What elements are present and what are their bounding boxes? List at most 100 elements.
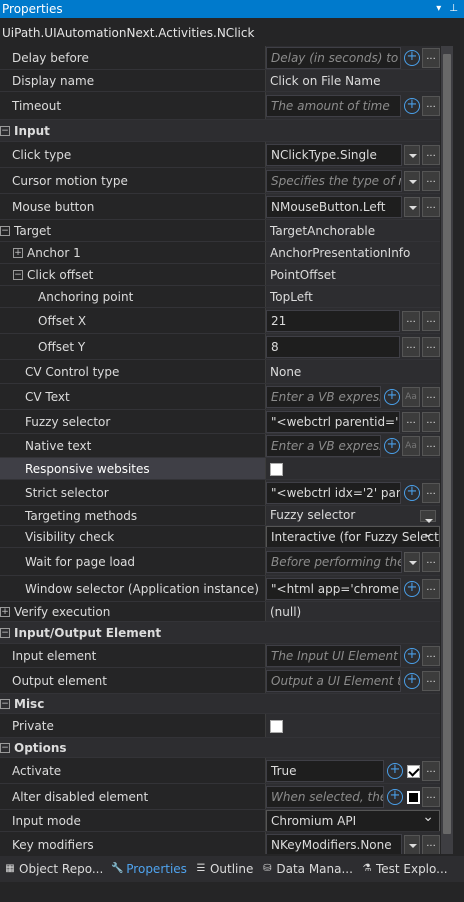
expression-input[interactable]: Enter a VB expressic [266,435,381,457]
add-expression-icon[interactable]: + [404,648,420,664]
property-row-native-text[interactable]: Native text Enter a VB expressic+Aa... [0,434,440,458]
ellipsis-button[interactable]: ... [422,787,440,807]
value-input[interactable]: Chromium API [266,810,440,832]
property-row-wait-page-load[interactable]: Wait for page load Before performing the … [0,548,440,576]
expression-input[interactable]: The Input UI Element de [266,645,401,667]
expression-input[interactable]: Enter a VB expressic [266,386,381,408]
value-input[interactable]: True [266,760,384,782]
chevron-down-icon[interactable]: ⌄ [422,810,434,824]
property-row-targeting-methods[interactable]: Targeting methods Fuzzy selector [0,506,440,526]
value-input[interactable]: "<html app='chrome.e [266,578,401,600]
property-row-cv-control-type[interactable]: CV Control type None [0,360,440,384]
property-row-alter-disabled[interactable]: Alter disabled element When selected, the… [0,784,440,810]
property-row-strict-selector[interactable]: Strict selector "<webctrl idx='2' parer +.… [0,480,440,506]
collapse-icon[interactable]: − [0,226,10,236]
property-row-visibility-check[interactable]: Visibility check Interactive (for Fuzzy S… [0,526,440,548]
add-expression-icon[interactable]: + [404,98,420,114]
add-expression-icon[interactable]: + [404,485,420,501]
property-row-cv-text[interactable]: CV Text Enter a VB expressic+Aa... [0,384,440,410]
property-row-timeout[interactable]: Timeout The amount of time +... [0,92,440,120]
property-row-responsive-websites[interactable]: Responsive websites [0,458,440,480]
ellipsis-button[interactable]: ... [422,436,440,456]
ellipsis-button[interactable]: ... [402,311,420,331]
add-expression-icon[interactable]: + [387,789,403,805]
tab-data-mana-[interactable]: ⛁ Data Mana... [257,858,357,880]
property-row-target[interactable]: − Target TargetAnchorable [0,220,440,242]
ellipsis-button[interactable]: ... [422,96,440,116]
dropdown-arrow-icon[interactable] [404,552,420,572]
checkbox-unchecked[interactable] [407,790,420,804]
ellipsis-button[interactable]: ... [422,671,440,691]
add-expression-icon[interactable]: + [404,673,420,689]
ellipsis-button[interactable]: ... [402,337,420,357]
text-format-icon[interactable]: Aa [402,387,420,407]
property-row-key-modifiers[interactable]: Key modifiers NKeyModifiers.None... [0,832,440,854]
collapse-icon[interactable]: − [0,126,10,136]
ellipsis-button[interactable]: ... [422,761,440,781]
add-expression-icon[interactable]: + [404,581,420,597]
tab-test-explo-[interactable]: ⚗ Test Explo... [357,858,452,880]
property-row-cat-options[interactable]: − Options [0,738,440,758]
ellipsis-button[interactable]: ... [422,579,440,599]
value-input[interactable]: Fuzzy selector [266,506,418,526]
property-row-fuzzy-selector[interactable]: Fuzzy selector "<webctrl parentid='messa.… [0,410,440,434]
property-row-cat-misc[interactable]: − Misc [0,694,440,714]
expression-input[interactable]: Delay (in seconds) to w [266,47,401,69]
expand-icon[interactable]: + [0,607,10,617]
value-input[interactable]: "<webctrl idx='2' parer [266,482,401,504]
ellipsis-button[interactable]: ... [422,412,440,432]
property-row-cursor-motion[interactable]: Cursor motion type Specifies the type of … [0,168,440,194]
chevron-down-icon[interactable]: ⌄ [422,526,434,540]
ellipsis-button[interactable]: ... [422,311,440,331]
property-row-display-name[interactable]: Display name Click on File Name [0,70,440,92]
ellipsis-button[interactable]: ... [422,145,440,165]
ellipsis-button[interactable]: ... [422,171,440,191]
property-row-activate[interactable]: Activate True +... [0,758,440,784]
dropdown-arrow-icon[interactable]: ▾ [436,0,441,18]
property-row-private[interactable]: Private [0,714,440,738]
value-input[interactable]: NClickType.Single [266,144,402,166]
ellipsis-button[interactable]: ... [422,552,440,572]
ellipsis-button[interactable]: ... [422,48,440,68]
checkbox-checked[interactable] [407,764,420,778]
value-input[interactable]: "<webctrl parentid='messa [266,411,400,433]
tab-object-repo-[interactable]: ▦ Object Repo... [0,858,107,880]
property-row-click-offset[interactable]: − Click offset PointOffset [0,264,440,286]
collapse-icon[interactable]: − [0,699,10,709]
value-input[interactable]: NMouseButton.Left [266,196,402,218]
ellipsis-button[interactable]: ... [422,387,440,407]
property-row-click-type[interactable]: Click type NClickType.Single... [0,142,440,168]
property-row-delay-before[interactable]: Delay before Delay (in seconds) to w +... [0,46,440,70]
value-input[interactable]: Interactive (for Fuzzy Selecto [266,526,440,548]
ellipsis-button[interactable]: ... [422,835,440,854]
ellipsis-button[interactable]: ... [422,646,440,666]
property-row-cat-input[interactable]: − Input [0,120,440,142]
property-row-output-element[interactable]: Output element Output a UI Element to +... [0,668,440,694]
checkbox[interactable] [270,462,283,476]
property-row-mouse-button[interactable]: Mouse button NMouseButton.Left... [0,194,440,220]
property-row-verify-execution[interactable]: + Verify execution (null) [0,602,440,622]
expression-input[interactable]: When selected, the [266,786,384,808]
dropdown-arrow-icon[interactable] [420,510,436,523]
add-expression-icon[interactable]: + [384,389,400,405]
expression-input[interactable]: Output a UI Element to [266,670,401,692]
property-row-input-element[interactable]: Input element The Input UI Element de+... [0,644,440,668]
tab-properties[interactable]: 🔧 Properties [107,858,191,880]
expression-input[interactable]: The amount of time [266,95,401,117]
collapse-icon[interactable]: − [13,270,23,280]
expression-input[interactable]: Specifies the type of mo [266,170,402,192]
property-row-offset-y[interactable]: Offset Y 8...... [0,334,440,360]
value-input[interactable]: 21 [266,310,400,332]
expression-input[interactable]: Before performing the a [266,551,402,573]
pin-icon[interactable]: ⊥ [449,0,458,18]
add-expression-icon[interactable]: + [384,438,400,454]
vertical-scrollbar[interactable] [441,46,453,854]
add-expression-icon[interactable]: + [404,50,420,66]
add-expression-icon[interactable]: + [387,763,403,779]
dropdown-arrow-icon[interactable] [404,835,420,854]
text-format-icon[interactable]: Aa [402,436,420,456]
expand-icon[interactable]: + [13,248,23,258]
collapse-icon[interactable]: − [0,628,10,638]
property-row-window-selector[interactable]: Window selector (Application instance) "<… [0,576,440,602]
property-row-offset-x[interactable]: Offset X 21...... [0,308,440,334]
